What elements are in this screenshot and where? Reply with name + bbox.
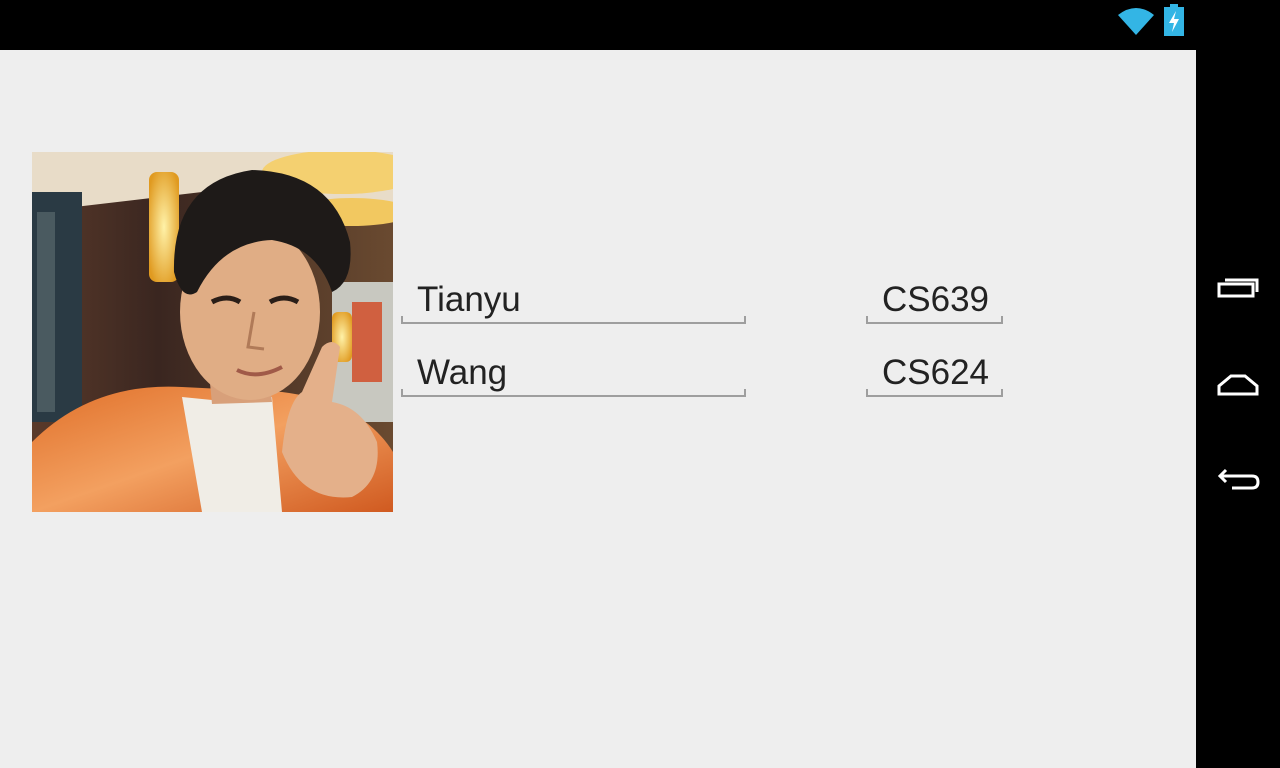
- last-name-field[interactable]: Wang: [401, 349, 746, 397]
- home-icon[interactable]: [1212, 366, 1264, 406]
- wifi-icon: [1118, 8, 1154, 35]
- navigation-bar: [1196, 0, 1280, 768]
- course-1-underline: [866, 316, 1003, 324]
- battery-charging-icon: [1164, 4, 1184, 36]
- course-2-underline: [866, 389, 1003, 397]
- back-icon[interactable]: [1212, 462, 1264, 502]
- app-content: Tianyu Wang CS639 CS624: [0, 50, 1196, 768]
- first-name-field[interactable]: Tianyu: [401, 276, 746, 324]
- recent-apps-icon[interactable]: [1212, 270, 1264, 310]
- profile-photo: [32, 152, 393, 512]
- course-2-field[interactable]: CS624: [866, 349, 1003, 397]
- status-bar: [0, 0, 1196, 50]
- first-name-underline: [401, 316, 746, 324]
- course-1-field[interactable]: CS639: [866, 276, 1003, 324]
- last-name-underline: [401, 389, 746, 397]
